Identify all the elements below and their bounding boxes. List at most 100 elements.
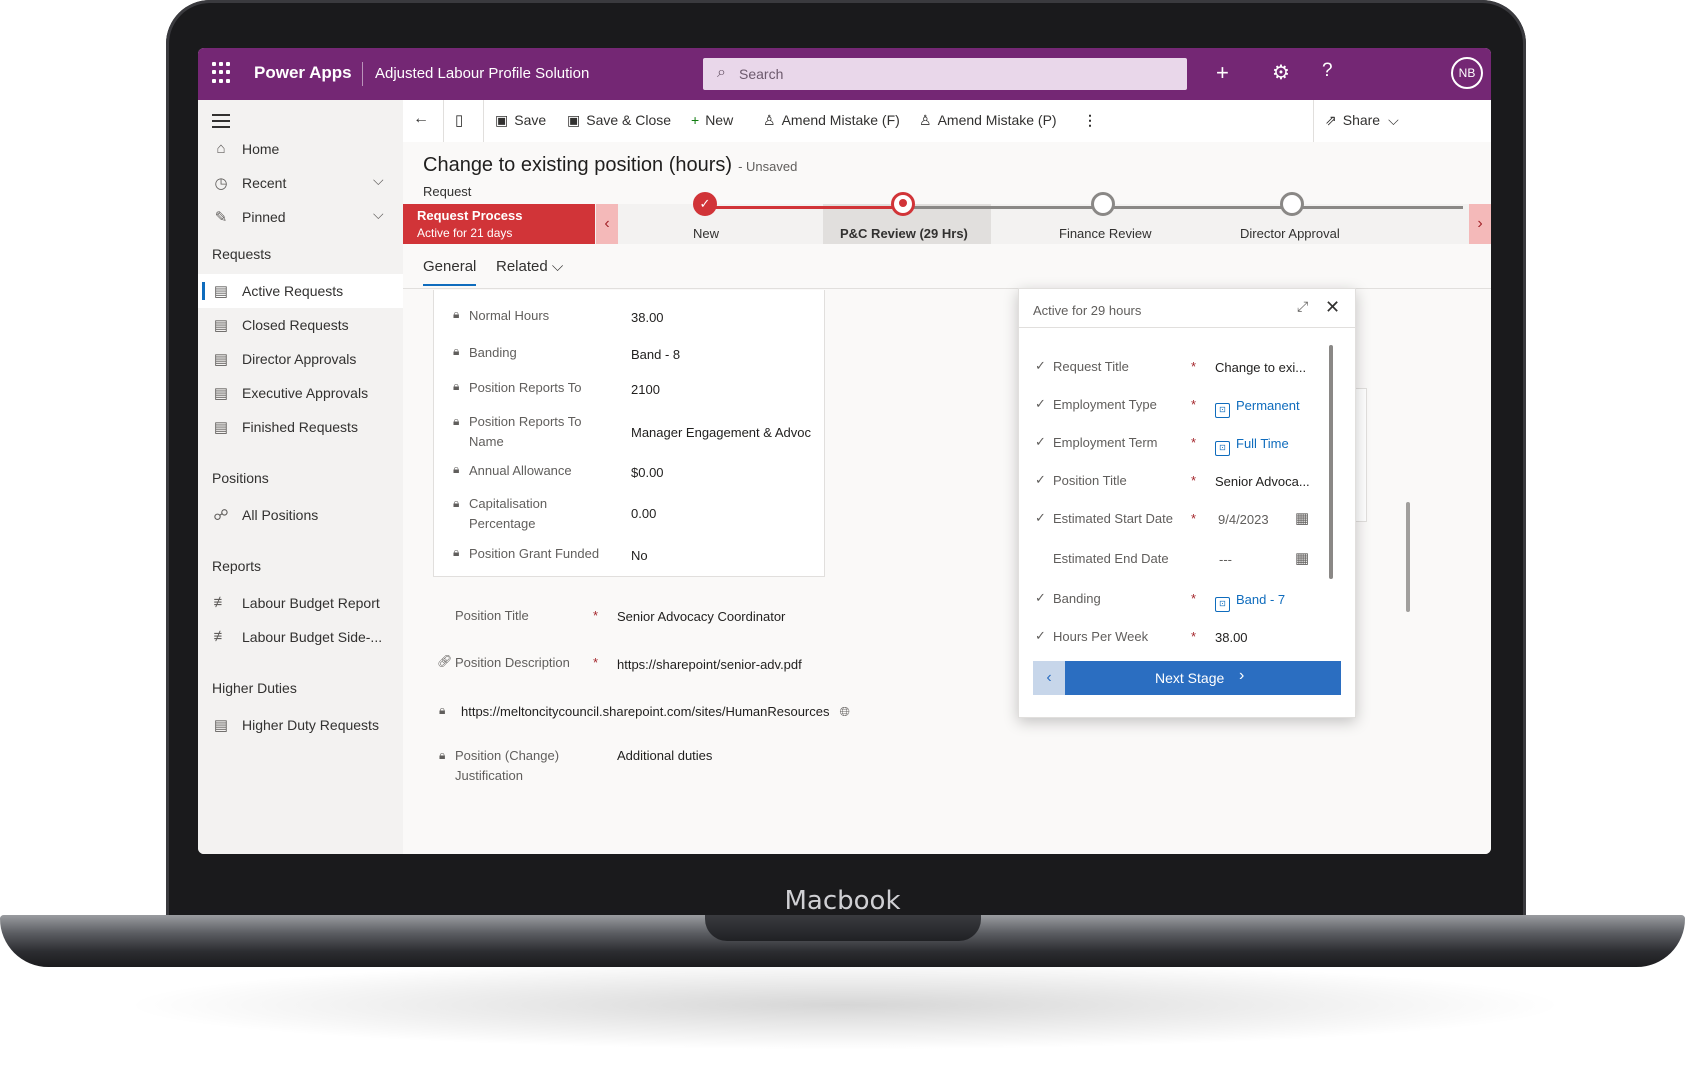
step-value[interactable]: Senior Advoca... bbox=[1215, 474, 1310, 489]
stage-pc-review-label[interactable]: P&C Review (29 Hrs) bbox=[840, 226, 968, 241]
nav-item-active-requests[interactable]: ▤ Active Requests bbox=[198, 274, 403, 308]
step-employment-type[interactable]: ✓ Employment Type * ⊡ Permanent bbox=[1035, 396, 1335, 418]
form-scrollbar[interactable] bbox=[1406, 502, 1410, 612]
save-close-button[interactable]: ▣ Save & Close bbox=[567, 112, 671, 129]
nav-item-finished-requests[interactable]: ▤ Finished Requests bbox=[198, 410, 403, 444]
field-value-position-title[interactable]: Senior Advocacy Coordinator bbox=[617, 609, 785, 624]
save-button[interactable]: ▣ Save bbox=[495, 112, 546, 129]
step-banding[interactable]: ✓ Banding * ⊡ Band - 7 bbox=[1035, 590, 1335, 612]
back-arrow-icon[interactable]: ← bbox=[413, 110, 429, 128]
field-value-position-reports-to[interactable]: 2100 bbox=[631, 382, 660, 397]
field-value-position-reports-to-name[interactable]: Manager Engagement & Advoc bbox=[631, 425, 817, 440]
share-button[interactable]: ⇗ Share ⌵ bbox=[1325, 112, 1399, 129]
app-screen: Power Apps Adjusted Labour Profile Solut… bbox=[198, 48, 1491, 854]
settings-gear-icon[interactable]: ⚙ bbox=[1272, 60, 1290, 85]
field-value-position-grant-funded[interactable]: No bbox=[631, 548, 648, 563]
process-flag[interactable]: Request Process Active for 21 days bbox=[403, 204, 595, 244]
required-marker: * bbox=[1191, 435, 1197, 450]
chevron-right-icon[interactable]: › bbox=[1469, 204, 1491, 244]
step-position-title[interactable]: ✓ Position Title * Senior Advoca... bbox=[1035, 472, 1335, 493]
nav-recent-label: Recent bbox=[242, 175, 287, 191]
lookup-value[interactable]: ⊡ Permanent bbox=[1215, 398, 1300, 418]
record-icon[interactable]: ▯ bbox=[455, 111, 463, 129]
step-estimated-end-date[interactable]: Estimated End Date --- ▦ bbox=[1035, 549, 1335, 571]
nav-item-closed-requests[interactable]: ▤ Closed Requests bbox=[198, 308, 403, 342]
next-stage-button[interactable]: ‹ Next Stage › bbox=[1033, 661, 1341, 695]
step-estimated-start-date[interactable]: ✓ Estimated Start Date * 9/4/2023 ▦ bbox=[1035, 509, 1335, 531]
app-launcher-icon[interactable] bbox=[212, 62, 234, 84]
close-icon[interactable]: ✕ bbox=[1325, 297, 1340, 318]
label-text: Capitalisation Percentage bbox=[469, 496, 548, 531]
chevron-down-icon[interactable]: ⌵ bbox=[373, 206, 384, 223]
nav-item-executive-approvals[interactable]: ▤ Executive Approvals bbox=[198, 376, 403, 410]
step-request-title[interactable]: ✓ Request Title * Change to exi... bbox=[1035, 358, 1335, 379]
app-name[interactable]: Power Apps bbox=[254, 63, 352, 83]
main-form-area: Change to existing position (hours) - Uns… bbox=[403, 142, 1491, 854]
nav-item-recent[interactable]: ◷ Recent ⌵ bbox=[198, 166, 403, 200]
step-label: Position Title bbox=[1053, 473, 1127, 488]
previous-stage-chevron-icon[interactable]: ‹ bbox=[1033, 661, 1065, 695]
amend-mistake-f-button[interactable]: ♙ Amend Mistake (F) bbox=[763, 112, 900, 129]
flyout-scrollbar[interactable] bbox=[1329, 345, 1333, 579]
nav-item-director-approvals[interactable]: ▤ Director Approvals bbox=[198, 342, 403, 376]
divider bbox=[483, 100, 484, 142]
field-label-banding: 🔒︎ Banding bbox=[453, 344, 517, 360]
help-icon[interactable]: ? bbox=[1322, 60, 1333, 82]
step-employment-term[interactable]: ✓ Employment Term * ⊡ Full Time bbox=[1035, 434, 1335, 456]
calendar-icon[interactable]: ▦ bbox=[1295, 509, 1309, 527]
divider bbox=[1313, 100, 1314, 142]
globe-icon[interactable]: 🌐︎ bbox=[840, 704, 850, 719]
field-value-annual-allowance[interactable]: $0.00 bbox=[631, 465, 664, 480]
stage-finance-review-label[interactable]: Finance Review bbox=[1059, 226, 1152, 241]
step-value[interactable]: 38.00 bbox=[1215, 630, 1248, 645]
check-icon: ✓ bbox=[1035, 396, 1046, 411]
hamburger-menu-icon[interactable] bbox=[212, 114, 230, 132]
amend-mistake-p-button[interactable]: ♙ Amend Mistake (P) bbox=[919, 112, 1057, 129]
new-button[interactable]: + New bbox=[691, 112, 733, 128]
tab-general[interactable]: General bbox=[423, 258, 477, 286]
step-hours-per-week[interactable]: ✓ Hours Per Week * 38.00 bbox=[1035, 628, 1335, 649]
stage-pc-review-active-icon[interactable] bbox=[891, 192, 915, 216]
lookup-value[interactable]: ⊡ Full Time bbox=[1215, 436, 1289, 456]
nav-item-pinned[interactable]: ✎ Pinned ⌵ bbox=[198, 200, 403, 234]
check-icon: ✓ bbox=[1035, 590, 1046, 605]
field-value-position-change-justification[interactable]: Additional duties bbox=[617, 748, 712, 763]
stage-new-label[interactable]: New bbox=[693, 226, 719, 241]
step-label: Estimated End Date bbox=[1053, 551, 1169, 566]
expand-icon[interactable]: ⤢ bbox=[1297, 298, 1308, 315]
field-value-banding[interactable]: Band - 8 bbox=[631, 347, 680, 362]
label-text: Position Reports To bbox=[469, 380, 582, 395]
stage-director-approval-label[interactable]: Director Approval bbox=[1240, 226, 1340, 241]
chevron-down-icon[interactable]: ⌵ bbox=[373, 172, 384, 189]
nav-item-labour-budget-report[interactable]: ≢ Labour Budget Report bbox=[198, 586, 403, 620]
stage-finance-review-icon[interactable] bbox=[1091, 192, 1115, 216]
stage-new-complete-icon[interactable]: ✓ bbox=[693, 192, 717, 216]
stage-director-approval-icon[interactable] bbox=[1280, 192, 1304, 216]
search-input[interactable]: ⌕ Search bbox=[703, 58, 1187, 90]
divider bbox=[1019, 327, 1355, 328]
field-label-position-reports-to: 🔒︎ Position Reports To bbox=[453, 379, 582, 395]
nav-item-home[interactable]: ⌂ Home bbox=[198, 132, 403, 166]
step-value[interactable]: --- bbox=[1219, 552, 1232, 567]
field-value-capitalisation-percentage[interactable]: 0.00 bbox=[631, 506, 656, 521]
lock-icon: 🔒︎ bbox=[439, 703, 446, 717]
sharepoint-url[interactable]: https://meltoncitycouncil.sharepoint.com… bbox=[461, 704, 830, 719]
field-value-normal-hours[interactable]: 38.00 bbox=[631, 310, 664, 325]
people-icon: ☍ bbox=[213, 507, 229, 524]
field-value-position-description[interactable]: https://sharepoint/senior-adv.pdf bbox=[617, 657, 815, 672]
more-commands-icon[interactable]: ⋮ bbox=[1083, 112, 1097, 129]
add-icon[interactable]: + bbox=[1216, 60, 1229, 86]
calendar-icon[interactable]: ▦ bbox=[1295, 549, 1309, 567]
solution-name[interactable]: Adjusted Labour Profile Solution bbox=[375, 65, 589, 82]
user-avatar[interactable]: NB bbox=[1451, 57, 1483, 89]
tab-related[interactable]: Related ⌵ bbox=[496, 258, 563, 275]
nav-item-all-positions[interactable]: ☍ All Positions bbox=[198, 498, 403, 532]
chevron-left-icon[interactable]: ‹ bbox=[596, 204, 618, 244]
save-close-icon: ▣ bbox=[567, 112, 581, 128]
step-value[interactable]: Change to exi... bbox=[1215, 360, 1306, 375]
step-value[interactable]: 9/4/2023 bbox=[1218, 512, 1269, 527]
step-label: Estimated Start Date bbox=[1053, 511, 1173, 526]
nav-item-labour-budget-side[interactable]: ≢ Labour Budget Side-... bbox=[198, 620, 403, 654]
nav-item-higher-duty-requests[interactable]: ▤ Higher Duty Requests bbox=[198, 708, 403, 742]
lookup-value[interactable]: ⊡ Band - 7 bbox=[1215, 592, 1285, 612]
